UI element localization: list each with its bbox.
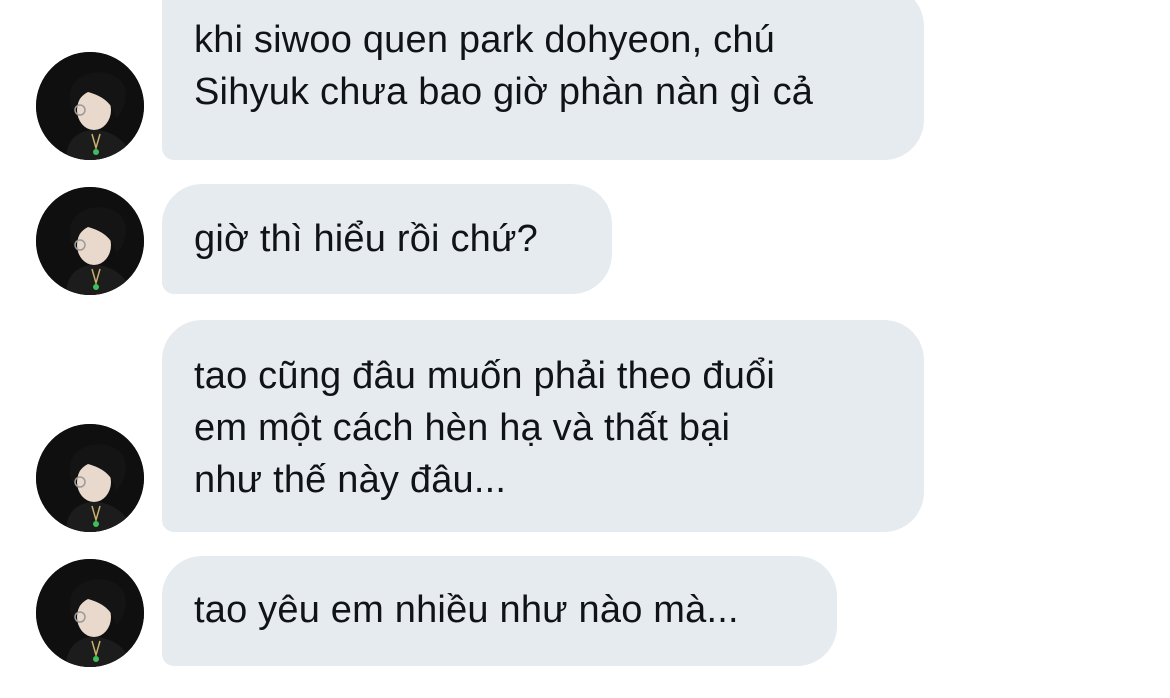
message-bubble[interactable]: tao cũng đâu muốn phải theo đuổi em một … xyxy=(162,320,924,532)
avatar-icon xyxy=(36,52,144,160)
avatar[interactable] xyxy=(36,52,144,160)
avatar[interactable] xyxy=(36,187,144,295)
message-bubble[interactable]: khi siwoo quen park dohyeon, chú Sihyuk … xyxy=(162,0,924,160)
avatar[interactable] xyxy=(36,559,144,667)
message-bubble[interactable]: tao yêu em nhiều như nào mà... xyxy=(162,556,837,666)
avatar-icon xyxy=(36,424,144,532)
message-bubble[interactable]: giờ thì hiểu rồi chứ? xyxy=(162,184,612,294)
avatar-icon xyxy=(36,559,144,667)
avatar-icon xyxy=(36,187,144,295)
avatar[interactable] xyxy=(36,424,144,532)
